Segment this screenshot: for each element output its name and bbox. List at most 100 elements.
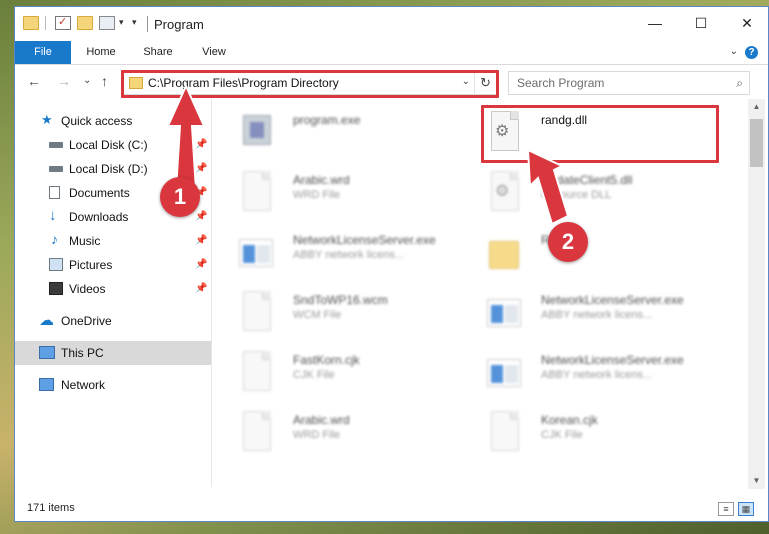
- list-item[interactable]: ⚙ randg.dll: [461, 99, 701, 155]
- expand-ribbon-icon[interactable]: ⌄: [730, 46, 738, 57]
- step-2-badge: 2: [548, 222, 588, 262]
- search-icon[interactable]: ⌕: [736, 76, 743, 91]
- file-type: Resource DLL: [541, 189, 612, 201]
- sidebar-item-local-disk-c[interactable]: Local Disk (C:) 📌: [15, 133, 211, 157]
- file-icon: [239, 411, 273, 453]
- vertical-scrollbar[interactable]: ▲ ▼: [748, 99, 765, 489]
- sidebar-item-music[interactable]: ♪ Music 📌: [15, 229, 211, 253]
- address-bar[interactable]: C:\Program Files\Program Directory ⌄ ↻: [123, 71, 497, 95]
- sidebar-item-pictures[interactable]: Pictures 📌: [15, 253, 211, 277]
- pin-icon[interactable]: 📌: [195, 211, 207, 222]
- step-1-badge: 1: [160, 177, 200, 217]
- customize-view-icon[interactable]: [99, 16, 115, 30]
- sidebar-item-onedrive[interactable]: ☁ OneDrive: [15, 309, 211, 333]
- file-list: program.exe ⚙ randg.dll Arabic.wrd WRD F…: [213, 99, 745, 489]
- status-bar: 171 items ≡ ▦: [15, 499, 768, 521]
- file-name: Arabic.wrd: [293, 173, 350, 187]
- file-name: program.exe: [293, 113, 361, 127]
- recent-locations-button[interactable]: ⌄: [83, 75, 91, 86]
- network-icon: [39, 378, 54, 391]
- sidebar-item-label: Local Disk (C:): [69, 138, 148, 152]
- qa-dropdown-icon[interactable]: ▾: [119, 17, 124, 28]
- sidebar-item-this-pc[interactable]: This PC: [15, 341, 211, 365]
- pin-icon[interactable]: 📌: [195, 163, 207, 174]
- file-type: CJK File: [293, 369, 335, 381]
- list-item[interactable]: NetworkLicenseServer.exe ABBY network li…: [213, 219, 453, 275]
- new-folder-icon[interactable]: [77, 16, 93, 30]
- folder-icon: [129, 77, 143, 89]
- back-button[interactable]: ←: [27, 73, 41, 89]
- qa-customize-icon[interactable]: ▾: [132, 17, 137, 28]
- search-input[interactable]: [509, 72, 721, 94]
- tab-home[interactable]: Home: [77, 41, 125, 64]
- file-type: WRD File: [293, 429, 341, 441]
- file-name: randg.dll: [541, 113, 588, 127]
- sidebar-item-label: This PC: [61, 346, 104, 360]
- search-box[interactable]: ⌕: [508, 71, 750, 95]
- star-icon: ★: [41, 112, 53, 127]
- file-name: Arabic.wrd: [293, 413, 350, 427]
- file-icon: [487, 411, 521, 453]
- scroll-thumb[interactable]: [750, 119, 763, 167]
- sidebar-item-label: Documents: [69, 186, 130, 200]
- help-icon[interactable]: ?: [745, 46, 758, 59]
- pin-icon[interactable]: 📌: [195, 139, 207, 150]
- pin-icon[interactable]: 📌: [195, 235, 207, 246]
- document-icon: [49, 186, 60, 199]
- details-view-icon[interactable]: ≡: [718, 502, 734, 516]
- drive-icon: [49, 166, 63, 172]
- pictures-icon: [49, 258, 63, 271]
- sidebar-item-label: Local Disk (D:): [69, 162, 148, 176]
- address-dropdown-icon[interactable]: ⌄: [462, 76, 470, 87]
- list-item[interactable]: NetworkLicenseServer.exe ABBY network li…: [461, 339, 701, 395]
- scroll-down-icon[interactable]: ▼: [748, 473, 765, 489]
- sidebar-item-videos[interactable]: Videos 📌: [15, 277, 211, 301]
- dll-file-icon: ⚙: [487, 171, 521, 213]
- pane-divider[interactable]: [211, 99, 212, 487]
- address-path[interactable]: C:\Program Files\Program Directory: [148, 76, 339, 90]
- forward-button[interactable]: →: [57, 73, 71, 89]
- computer-icon: [39, 346, 55, 359]
- film-icon: [49, 282, 63, 295]
- file-icon: [239, 291, 273, 333]
- file-icon: [239, 351, 273, 393]
- file-type: WCM File: [293, 309, 342, 321]
- list-item[interactable]: Arabic.wrd WRD File: [213, 399, 453, 455]
- list-item[interactable]: ⚙ UpdateClient5.dll Resource DLL: [461, 159, 701, 215]
- maximize-button[interactable]: ☐: [678, 7, 724, 39]
- window-title: Program: [154, 17, 204, 32]
- properties-icon[interactable]: ✓: [55, 16, 71, 30]
- pin-icon[interactable]: 📌: [195, 259, 207, 270]
- navigation-pane: ★ Quick access Local Disk (C:) 📌 Local D…: [15, 99, 211, 489]
- tab-view[interactable]: View: [193, 41, 235, 64]
- scroll-up-icon[interactable]: ▲: [748, 99, 765, 115]
- minimize-button[interactable]: —: [632, 7, 678, 39]
- sidebar-item-label: Videos: [69, 282, 106, 296]
- list-item[interactable]: Korean.cjk CJK File: [461, 399, 701, 455]
- list-item[interactable]: NetworkLicenseServer.exe ABBY network li…: [461, 279, 701, 335]
- large-icons-view-icon[interactable]: ▦: [738, 502, 754, 516]
- file-name: Korean.cjk: [541, 413, 598, 427]
- list-item[interactable]: program.exe: [213, 99, 453, 155]
- application-icon: [487, 291, 521, 333]
- title-bar: ✓ ▾ ▾ Program — ☐ ✕: [15, 7, 768, 41]
- tab-share[interactable]: Share: [135, 41, 181, 64]
- refresh-button[interactable]: ↻: [474, 72, 496, 94]
- item-count: 171 items: [27, 502, 75, 514]
- sidebar-item-label: Music: [69, 234, 101, 248]
- list-item[interactable]: Arabic.wrd WRD File: [213, 159, 453, 215]
- pin-icon[interactable]: 📌: [195, 283, 207, 294]
- tab-file[interactable]: File: [15, 41, 71, 64]
- sidebar-item-quick-access[interactable]: ★ Quick access: [15, 109, 211, 133]
- file-name: NetworkLicenseServer.exe: [541, 293, 684, 307]
- sidebar-item-network[interactable]: Network: [15, 373, 211, 397]
- close-button[interactable]: ✕: [724, 7, 768, 39]
- explorer-window: ✓ ▾ ▾ Program — ☐ ✕ File Home Share View…: [14, 6, 769, 522]
- list-item[interactable]: FastKorn.cjk CJK File: [213, 339, 453, 395]
- title-separator: [147, 16, 148, 32]
- file-name: FastKorn.cjk: [293, 353, 360, 367]
- file-name: NetworkLicenseServer.exe: [293, 233, 436, 247]
- up-button[interactable]: ↑: [101, 73, 108, 89]
- list-item[interactable]: SndToWP16.wcm WCM File: [213, 279, 453, 335]
- drive-icon: [49, 142, 63, 148]
